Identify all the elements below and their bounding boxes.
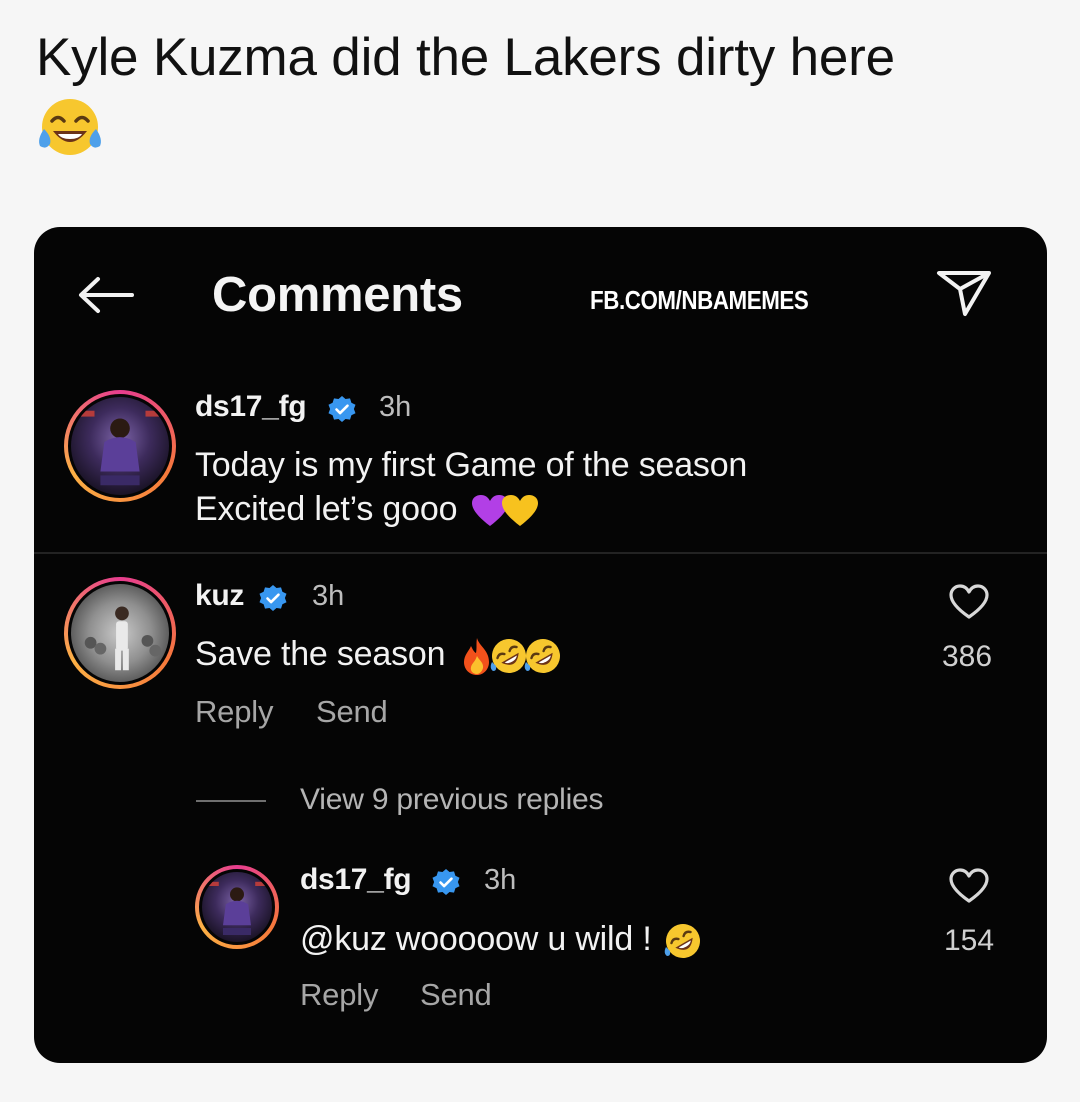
avatar[interactable] <box>64 577 176 689</box>
like-count: 154 <box>944 924 995 957</box>
avatar[interactable] <box>195 865 279 949</box>
comment-line-2: Excited let’s gooo <box>195 490 458 529</box>
replies-divider <box>196 800 266 802</box>
watermark-text: FB.COM/NBAMEMES <box>590 285 809 315</box>
avatar[interactable] <box>64 390 176 502</box>
rolling-laughing-emoji-icon <box>524 639 560 674</box>
verified-badge-icon <box>432 869 460 895</box>
comment-text: Save the season <box>195 632 563 676</box>
comment-time: 3h <box>312 580 345 612</box>
reply-time: 3h <box>484 864 517 896</box>
comment-username[interactable]: kuz <box>195 579 244 613</box>
arrow-left-icon[interactable] <box>76 275 134 315</box>
send-button[interactable]: Send <box>420 977 492 1013</box>
send-button[interactable]: Send <box>316 694 388 730</box>
verified-badge-icon <box>259 585 287 611</box>
verified-badge-icon <box>328 396 356 422</box>
comment-text: Today is my first Game of the season Exc… <box>195 443 747 531</box>
comment-time: 3h <box>379 391 412 423</box>
page-title: Comments <box>212 268 463 322</box>
reply-username[interactable]: ds17_fg <box>300 863 412 897</box>
comment-username[interactable]: ds17_fg <box>195 390 307 424</box>
comments-screenshot-card: Comments FB.COM/NBAMEMES ds17_fg 3h Toda… <box>34 227 1047 1063</box>
view-replies-link[interactable]: View 9 previous replies <box>300 783 604 817</box>
reply-text: @kuz wooooow u wild ! <box>300 917 703 961</box>
rolling-laughing-emoji-icon <box>664 924 700 959</box>
tears-of-joy-emoji-icon <box>39 99 101 156</box>
reply-body: @kuz wooooow u wild ! <box>300 920 652 958</box>
like-count: 386 <box>942 640 993 673</box>
heart-icon[interactable] <box>949 868 989 904</box>
reply-button[interactable]: Reply <box>195 694 273 730</box>
heart-icon[interactable] <box>949 584 989 620</box>
reply-button[interactable]: Reply <box>300 977 378 1013</box>
divider <box>34 552 1047 554</box>
tweet-caption: Kyle Kuzma did the Lakers dirty here <box>36 28 895 87</box>
tweet-text: Kyle Kuzma did the Lakers dirty here <box>36 28 1046 161</box>
paper-plane-icon[interactable] <box>934 267 994 319</box>
yellow-heart-icon <box>501 495 538 527</box>
comment-line-1: Today is my first Game of the season <box>195 446 748 484</box>
comment-body: Save the season <box>195 635 446 673</box>
